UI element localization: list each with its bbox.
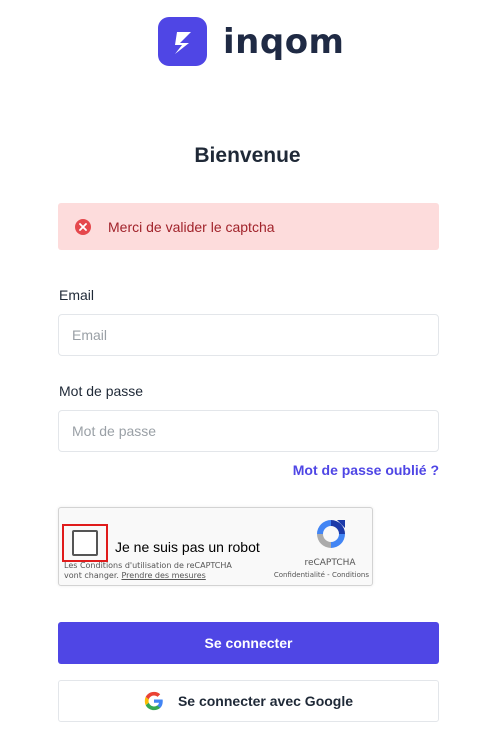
brand-name: inqom	[223, 21, 345, 62]
email-field[interactable]	[58, 314, 439, 356]
captcha-conditions-link[interactable]: Conditions	[332, 571, 369, 579]
captcha-terms: Les Conditions d'utilisation de reCAPTCH…	[64, 561, 232, 581]
recaptcha-logo-icon	[317, 520, 345, 548]
captcha-links: Confidentialité - Conditions	[253, 571, 369, 579]
captcha-separator: -	[327, 571, 330, 579]
captcha-checkbox[interactable]	[72, 530, 98, 556]
recaptcha-brand: reCAPTCHA	[304, 558, 356, 568]
error-alert: Merci de valider le captcha	[58, 203, 439, 250]
lightning-bolt-icon	[158, 17, 207, 66]
captcha-label: Je ne suis pas un robot	[115, 539, 260, 555]
captcha-terms-line2: vont changer.	[64, 571, 119, 580]
login-button[interactable]: Se connecter	[58, 622, 439, 664]
google-g-icon	[144, 691, 163, 711]
error-x-icon	[75, 218, 91, 235]
brand-logo: inqom	[158, 17, 344, 66]
google-login-button[interactable]: Se connecter avec Google	[58, 680, 439, 722]
password-field[interactable]	[58, 410, 439, 452]
captcha-terms-line1: Les Conditions d'utilisation de reCAPTCH…	[64, 561, 232, 570]
email-label: Email	[59, 287, 95, 303]
error-message: Merci de valider le captcha	[108, 218, 275, 235]
password-label: Mot de passe	[59, 383, 144, 399]
forgot-password-link[interactable]: Mot de passe oublié ?	[293, 462, 439, 478]
captcha-terms-link[interactable]: Prendre des mesures	[121, 571, 205, 580]
recaptcha-widget: Je ne suis pas un robot Les Conditions d…	[58, 507, 373, 586]
captcha-privacy-link[interactable]: Confidentialité	[274, 571, 325, 579]
google-login-label: Se connecter avec Google	[177, 693, 354, 709]
page-title: Bienvenue	[194, 144, 301, 167]
